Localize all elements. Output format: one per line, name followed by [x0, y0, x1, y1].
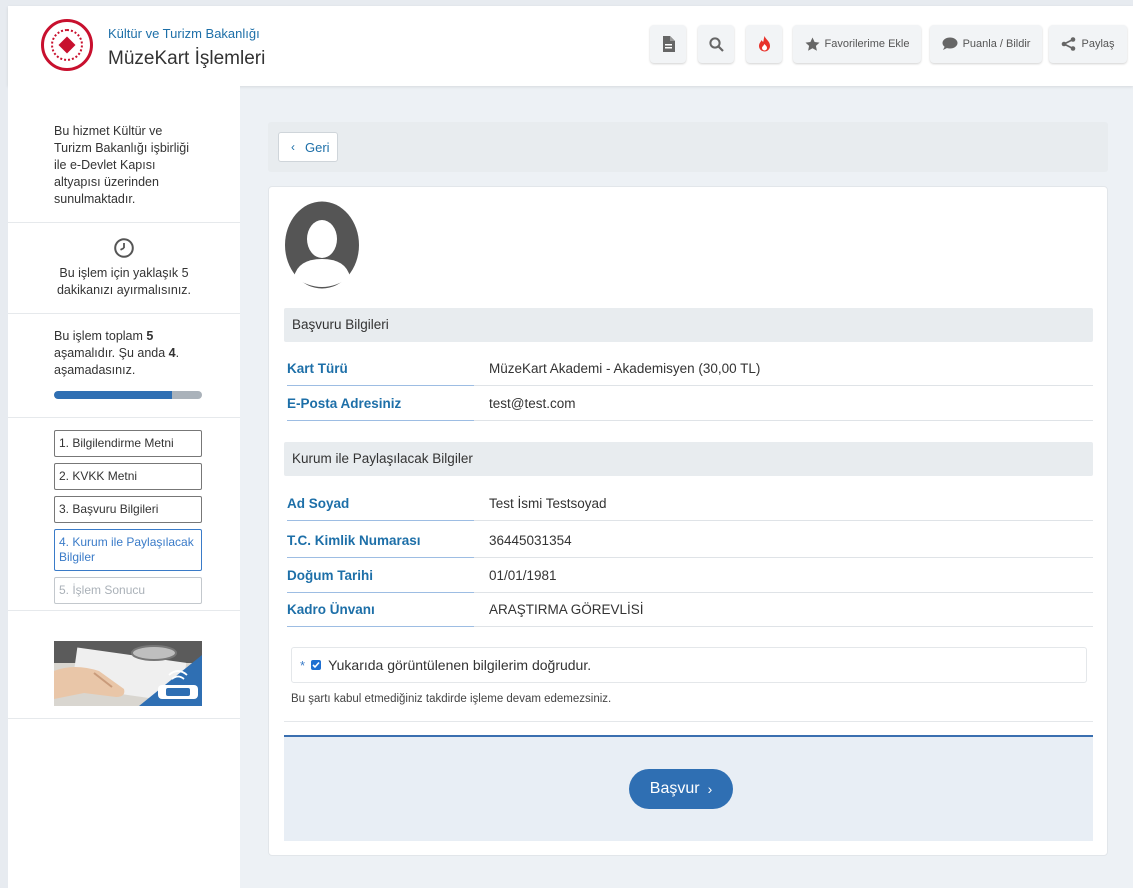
- window-frame-left: [0, 0, 8, 888]
- steps-divider: [8, 610, 240, 611]
- step-item-2[interactable]: 2. KVKK Metni: [54, 463, 202, 490]
- progress-total: 5: [146, 329, 154, 343]
- duration-section: Bu işlem için yaklaşık 5 dakikanızı ayır…: [8, 223, 240, 314]
- page-title: MüzeKart İşlemleri: [108, 48, 266, 69]
- row-label: Ad Soyad: [287, 487, 475, 521]
- submit-label: Başvur: [649, 780, 700, 797]
- progress-section: Bu işlem toplam 5 aşamalıdır. Şu anda 4.…: [8, 314, 240, 418]
- confirm-note: Bu şartı kabul etmediğiniz takdirde işle…: [291, 693, 612, 705]
- promo-image[interactable]: [54, 641, 202, 706]
- share-label: Paylaş: [1081, 38, 1115, 50]
- info-row: Kadro Ünvanı ARAŞTIRMA GÖREVLİSİ: [284, 593, 1093, 628]
- rate-report-label: Puanla / Bildir: [962, 38, 1031, 50]
- step-list: 1. Bilgilendirme Metni 2. KVKK Metni 3. Ba…: [8, 418, 240, 604]
- back-label: Geri: [305, 139, 330, 155]
- check-icon: [312, 661, 320, 669]
- info-row: T.C. Kimlik Numarası 36445031354: [284, 524, 1093, 559]
- progress-bar: [54, 391, 202, 399]
- add-favorites-label: Favorilerime Ekle: [824, 38, 910, 50]
- progress-text-part: aşamalıdır. Şu anda: [54, 346, 169, 360]
- progress-bar-fill: [54, 391, 173, 399]
- confirm-label[interactable]: Yukarıda görüntülenen bilgilerim doğrudu…: [328, 657, 591, 673]
- row-label: E-Posta Adresiniz: [287, 387, 475, 421]
- confirm-checkbox[interactable]: [311, 660, 322, 670]
- row-value: Test İsmi Testsoyad: [474, 487, 1093, 521]
- required-mark: *: [300, 657, 306, 673]
- main-content: ‹ Geri Başvuru Bilgileri Kart Türü MüzeK…: [240, 86, 1133, 888]
- page-header: Kültür ve Turizm Bakanlığı MüzeKart İşle…: [8, 6, 1133, 86]
- chevron-right-icon: ›: [707, 781, 713, 797]
- ministry-logo[interactable]: [41, 19, 93, 71]
- chevron-left-icon: ‹: [291, 140, 295, 154]
- row-value: ARAŞTIRMA GÖREVLİSİ: [474, 593, 1093, 627]
- search-icon: [708, 36, 724, 52]
- sidebar-divider: [8, 718, 240, 719]
- avatar-icon: [284, 201, 360, 289]
- add-favorites-button[interactable]: Favorilerime Ekle: [793, 25, 921, 63]
- fire-icon: [758, 36, 771, 52]
- share-button[interactable]: Paylaş: [1049, 25, 1127, 63]
- section-application-info: Başvuru Bilgileri: [284, 308, 1093, 342]
- submit-area: Başvur ›: [284, 735, 1093, 841]
- service-info-text: Bu hizmet Kültür ve Turizm Bakanlığı işb…: [54, 124, 189, 206]
- star-icon: [805, 37, 820, 52]
- comment-icon: [942, 37, 958, 51]
- document-icon: [662, 36, 675, 52]
- service-info-section: Bu hizmet Kültür ve Turizm Bakanlığı işb…: [8, 86, 240, 223]
- row-value: 36445031354: [474, 524, 1093, 558]
- info-row: Doğum Tarihi 01/01/1981: [284, 559, 1093, 594]
- ministry-name[interactable]: Kültür ve Turizm Bakanlığı: [108, 26, 260, 41]
- submit-button[interactable]: Başvur ›: [629, 769, 733, 809]
- back-button[interactable]: ‹ Geri: [278, 132, 338, 162]
- document-button[interactable]: [650, 25, 686, 63]
- confirm-field: * Yukarıda görüntülenen bilgilerim doğru…: [291, 647, 1087, 683]
- row-value: 01/01/1981: [474, 559, 1093, 593]
- duration-text: Bu işlem için yaklaşık 5 dakikanızı ayır…: [56, 266, 192, 297]
- progress-text-part: Bu işlem toplam: [54, 329, 147, 343]
- step-item-5: 5. İşlem Sonucu: [54, 577, 202, 604]
- info-row: E-Posta Adresiniz test@test.com: [284, 387, 1093, 422]
- progress-current: 4: [168, 346, 176, 360]
- application-card: Başvuru Bilgileri Kart Türü MüzeKart Aka…: [268, 186, 1108, 856]
- row-label: Kadro Ünvanı: [287, 593, 475, 627]
- row-value: MüzeKart Akademi - Akademisyen (30,00 TL…: [474, 352, 1093, 386]
- clock-icon: [54, 237, 194, 259]
- row-label: T.C. Kimlik Numarası: [287, 524, 475, 558]
- toolbar: ‹ Geri: [268, 122, 1108, 172]
- search-button[interactable]: [698, 25, 734, 63]
- step-item-1[interactable]: 1. Bilgilendirme Metni: [54, 430, 202, 457]
- step-item-4[interactable]: 4. Kurum ile Paylaşılacak Bilgiler: [54, 529, 202, 571]
- row-label: Kart Türü: [287, 352, 475, 386]
- info-row: Ad Soyad Test İsmi Testsoyad: [284, 487, 1093, 522]
- divider: [284, 721, 1093, 722]
- section-shared-info: Kurum ile Paylaşılacak Bilgiler: [284, 442, 1093, 476]
- logo-ring: [51, 29, 83, 61]
- popular-button[interactable]: [746, 25, 782, 63]
- info-row: Kart Türü MüzeKart Akademi - Akademisyen…: [284, 352, 1093, 387]
- progress-text: Bu işlem toplam 5 aşamalıdır. Şu anda 4.…: [54, 328, 194, 379]
- row-value: test@test.com: [474, 387, 1093, 421]
- rate-report-button[interactable]: Puanla / Bildir: [930, 25, 1042, 63]
- share-icon: [1061, 37, 1076, 51]
- sidebar: Bu hizmet Kültür ve Turizm Bakanlığı işb…: [8, 86, 240, 888]
- row-label: Doğum Tarihi: [287, 559, 475, 593]
- step-item-3[interactable]: 3. Başvuru Bilgileri: [54, 496, 202, 523]
- logo-emblem: [58, 36, 76, 54]
